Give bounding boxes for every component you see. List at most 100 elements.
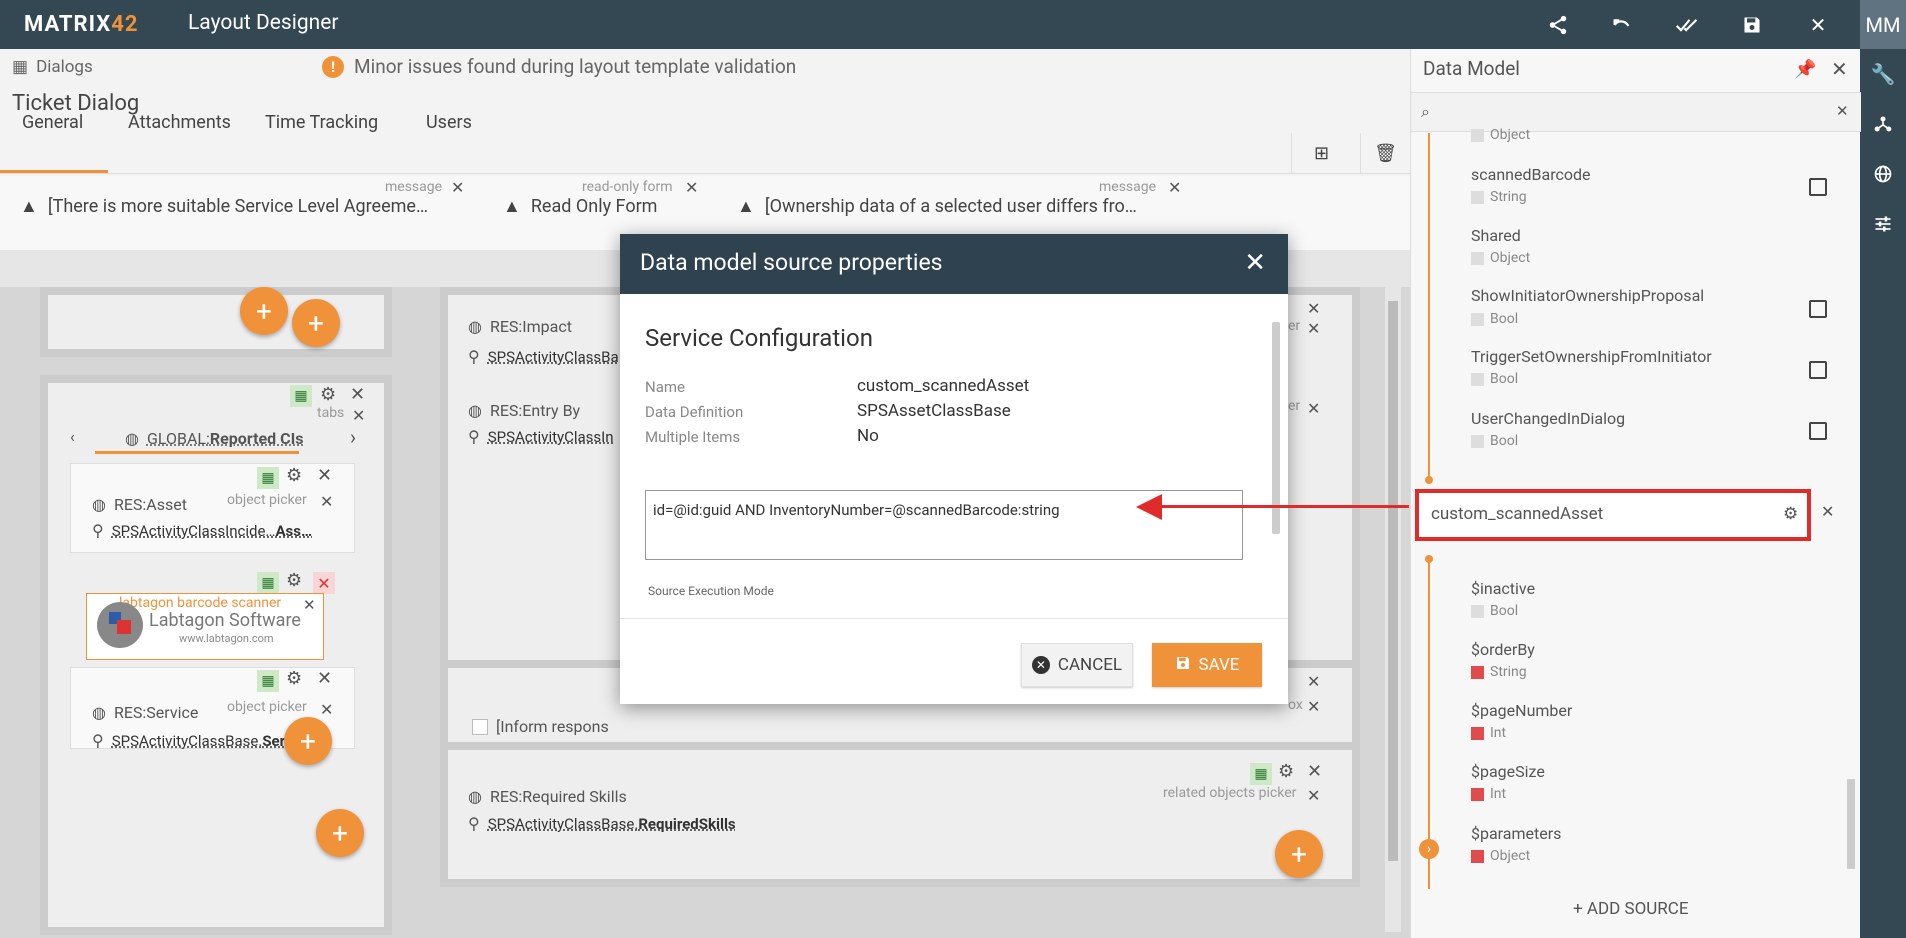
save-button[interactable]: SAVE <box>1152 643 1262 687</box>
validate-icon[interactable] <box>1672 10 1702 40</box>
remove-icon[interactable]: ✕ <box>320 700 333 719</box>
remove-icon[interactable]: ✕ <box>1307 319 1320 338</box>
data-model-icon[interactable] <box>1860 104 1906 144</box>
barcode-scanner-card[interactable]: labtagon barcode scanner ✕ Labtagon Soft… <box>86 593 324 660</box>
settings-icon[interactable]: ⚙ <box>286 465 302 486</box>
add-button[interactable]: + <box>284 717 332 765</box>
remove-icon[interactable]: ✕ <box>1307 786 1320 805</box>
user-avatar[interactable]: MM <box>1860 0 1906 49</box>
share-icon[interactable] <box>1543 10 1573 40</box>
sliders-icon[interactable] <box>1860 204 1906 244</box>
global-label[interactable]: ◍ GLOBAL:Reported CIs <box>125 429 303 448</box>
message-item[interactable]: ▲ Read Only Form <box>503 196 657 217</box>
item-name[interactable]: $pageNumber <box>1471 701 1572 720</box>
checkbox-field[interactable]: [Inform respons <box>472 717 609 736</box>
item-name[interactable]: scannedBarcode <box>1471 165 1590 184</box>
tab-time-tracking[interactable]: Time Tracking <box>265 112 378 133</box>
remove-icon[interactable]: ✕ <box>685 178 698 197</box>
settings-icon[interactable]: ⚙ <box>286 668 302 689</box>
chevron-right-icon[interactable]: › <box>1419 839 1439 859</box>
undo-icon[interactable] <box>1607 10 1637 40</box>
close-icon[interactable]: ✕ <box>1803 10 1833 40</box>
search-bar[interactable]: ⌕ ✕ <box>1411 92 1861 132</box>
layout-icon[interactable]: ▦ <box>257 467 279 489</box>
remove-icon[interactable]: ✕ <box>317 465 332 486</box>
remove-source-icon[interactable]: ✕ <box>1821 502 1834 521</box>
close-icon[interactable]: ✕ <box>1244 248 1266 278</box>
item-name[interactable]: Shared <box>1471 226 1521 245</box>
layout-icon[interactable]: ▦ <box>257 670 279 692</box>
field-class[interactable]: ⚲ SPSActivityClassIncide…Ass… <box>92 521 312 540</box>
data-source-item[interactable]: custom_scannedAsset ⚙ <box>1415 489 1811 541</box>
panel-title: Data Model <box>1423 57 1520 80</box>
remove-icon[interactable]: ✕ <box>317 668 332 689</box>
layout-icon[interactable]: ▦ <box>290 385 312 407</box>
item-name[interactable]: UserChangedInDialog <box>1471 409 1625 428</box>
remove-icon[interactable]: ✕ <box>451 178 464 197</box>
cancel-button[interactable]: ✕ CANCEL <box>1021 643 1133 687</box>
settings-icon[interactable]: ⚙ <box>286 570 302 591</box>
close-icon[interactable]: ✕ <box>1831 57 1848 81</box>
clear-search-icon[interactable]: ✕ <box>1836 102 1849 120</box>
wrench-icon[interactable]: 🔧 <box>1860 54 1906 94</box>
tab-general[interactable]: General <box>22 112 83 133</box>
chevron-left-icon[interactable]: ‹ <box>70 427 75 446</box>
item-name[interactable]: $parameters <box>1471 824 1561 843</box>
remove-icon[interactable]: ✕ <box>1307 761 1322 782</box>
add-button[interactable]: + <box>1275 830 1323 878</box>
edit-icon[interactable] <box>1809 422 1827 440</box>
add-button[interactable]: + <box>240 287 288 335</box>
remove-icon[interactable]: ✕ <box>1307 672 1320 691</box>
tab-users[interactable]: Users <box>426 112 472 133</box>
pin-icon[interactable]: 📌 <box>1794 59 1816 80</box>
add-tab-icon[interactable]: ⊞ <box>1291 133 1351 173</box>
remove-icon[interactable]: ✕ <box>313 572 335 594</box>
item-name[interactable]: $inactive <box>1471 579 1535 598</box>
layout-icon[interactable]: ▦ <box>1250 763 1272 785</box>
edit-icon[interactable] <box>1809 300 1827 318</box>
panel-scrollbar[interactable] <box>1847 199 1855 899</box>
cancel-icon: ✕ <box>1031 656 1050 674</box>
item-name[interactable]: $orderBy <box>1471 640 1535 659</box>
delete-tab-icon[interactable]: 🗑 <box>1360 133 1410 173</box>
remove-icon[interactable]: ✕ <box>1307 299 1320 318</box>
add-button[interactable]: + <box>316 809 364 857</box>
save-icon[interactable] <box>1737 10 1767 40</box>
item-type: Bool <box>1471 603 1518 619</box>
add-source-button[interactable]: + ADD SOURCE <box>1573 899 1689 919</box>
canvas-scrollbar[interactable] <box>1385 287 1401 932</box>
dialog-scrollbar[interactable] <box>1272 322 1280 534</box>
validation-banner[interactable]: ! Minor issues found during layout templ… <box>322 55 796 78</box>
remove-icon[interactable]: ✕ <box>1307 399 1320 418</box>
remove-icon[interactable]: ✕ <box>350 384 365 405</box>
message-item[interactable]: ▲ [Ownership data of a selected user dif… <box>737 196 1137 217</box>
matrix42-logo: MATRIX42 <box>24 12 139 37</box>
warning-triangle-icon: ▲ <box>503 196 521 217</box>
remove-icon[interactable]: ✕ <box>1168 178 1181 197</box>
remove-icon[interactable]: ✕ <box>320 492 333 511</box>
edit-icon[interactable] <box>1809 178 1827 196</box>
settings-icon[interactable]: ⚙ <box>320 384 336 405</box>
field-class[interactable]: ⚲ SPSActivityClassBase.Ser <box>92 731 285 750</box>
item-name[interactable]: $pageSize <box>1471 762 1545 781</box>
settings-icon[interactable]: ⚙ <box>1278 761 1294 782</box>
item-name[interactable]: ShowInitiatorOwnershipProposal <box>1471 286 1704 305</box>
chevron-right-icon[interactable]: › <box>350 425 356 449</box>
remove-icon[interactable]: ✕ <box>1307 697 1320 716</box>
field-class[interactable]: ⚲ SPSActivityClassBase.RequiredSkills <box>468 814 736 833</box>
layout-icon[interactable]: ▦ <box>257 572 279 594</box>
remove-icon[interactable]: ✕ <box>352 406 365 425</box>
field-class[interactable]: ⚲ SPSActivityClassBa <box>468 347 619 366</box>
settings-icon[interactable]: ⚙ <box>1783 504 1798 524</box>
edit-icon[interactable] <box>1809 361 1827 379</box>
remove-icon[interactable]: ✕ <box>303 596 316 614</box>
globe-icon[interactable] <box>1860 154 1906 194</box>
field-class[interactable]: ⚲ SPSActivityClassIn <box>468 427 614 446</box>
search-icon: ⌕ <box>1421 102 1430 121</box>
add-button[interactable]: + <box>292 299 340 347</box>
field-value: No <box>857 426 879 446</box>
tab-attachments[interactable]: Attachments <box>128 112 231 133</box>
item-name[interactable]: TriggerSetOwnershipFromInitiator <box>1471 347 1712 366</box>
breadcrumb[interactable]: ▦ Dialogs <box>12 57 93 77</box>
message-item[interactable]: ▲ [There is more suitable Service Level … <box>20 196 428 217</box>
